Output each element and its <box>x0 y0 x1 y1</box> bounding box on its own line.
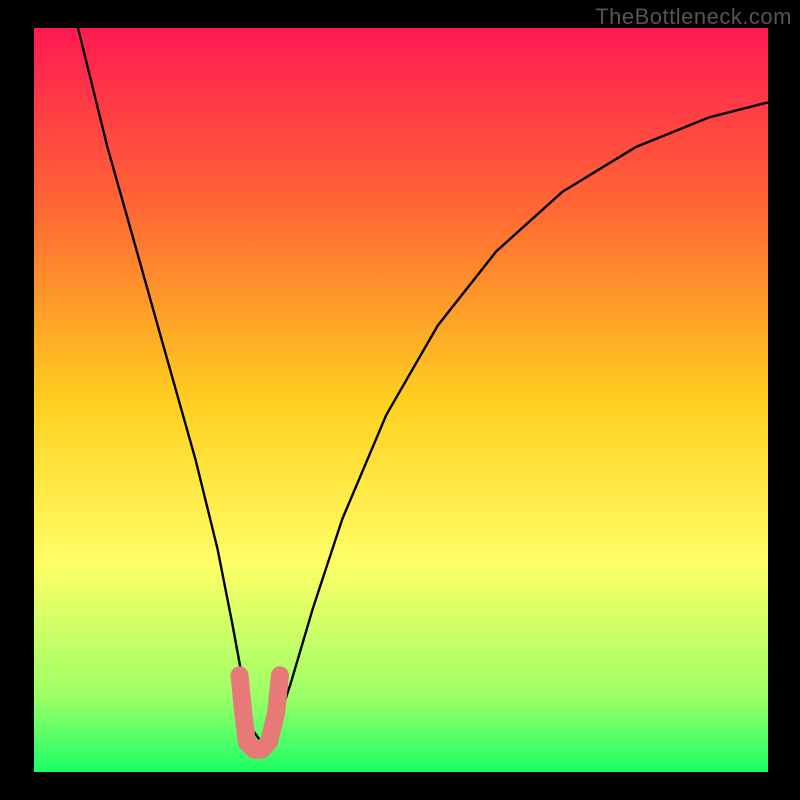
chart-svg <box>0 0 800 800</box>
chart-stage: TheBottleneck.com <box>0 0 800 800</box>
watermark-text: TheBottleneck.com <box>595 4 792 30</box>
plot-background <box>34 28 768 772</box>
